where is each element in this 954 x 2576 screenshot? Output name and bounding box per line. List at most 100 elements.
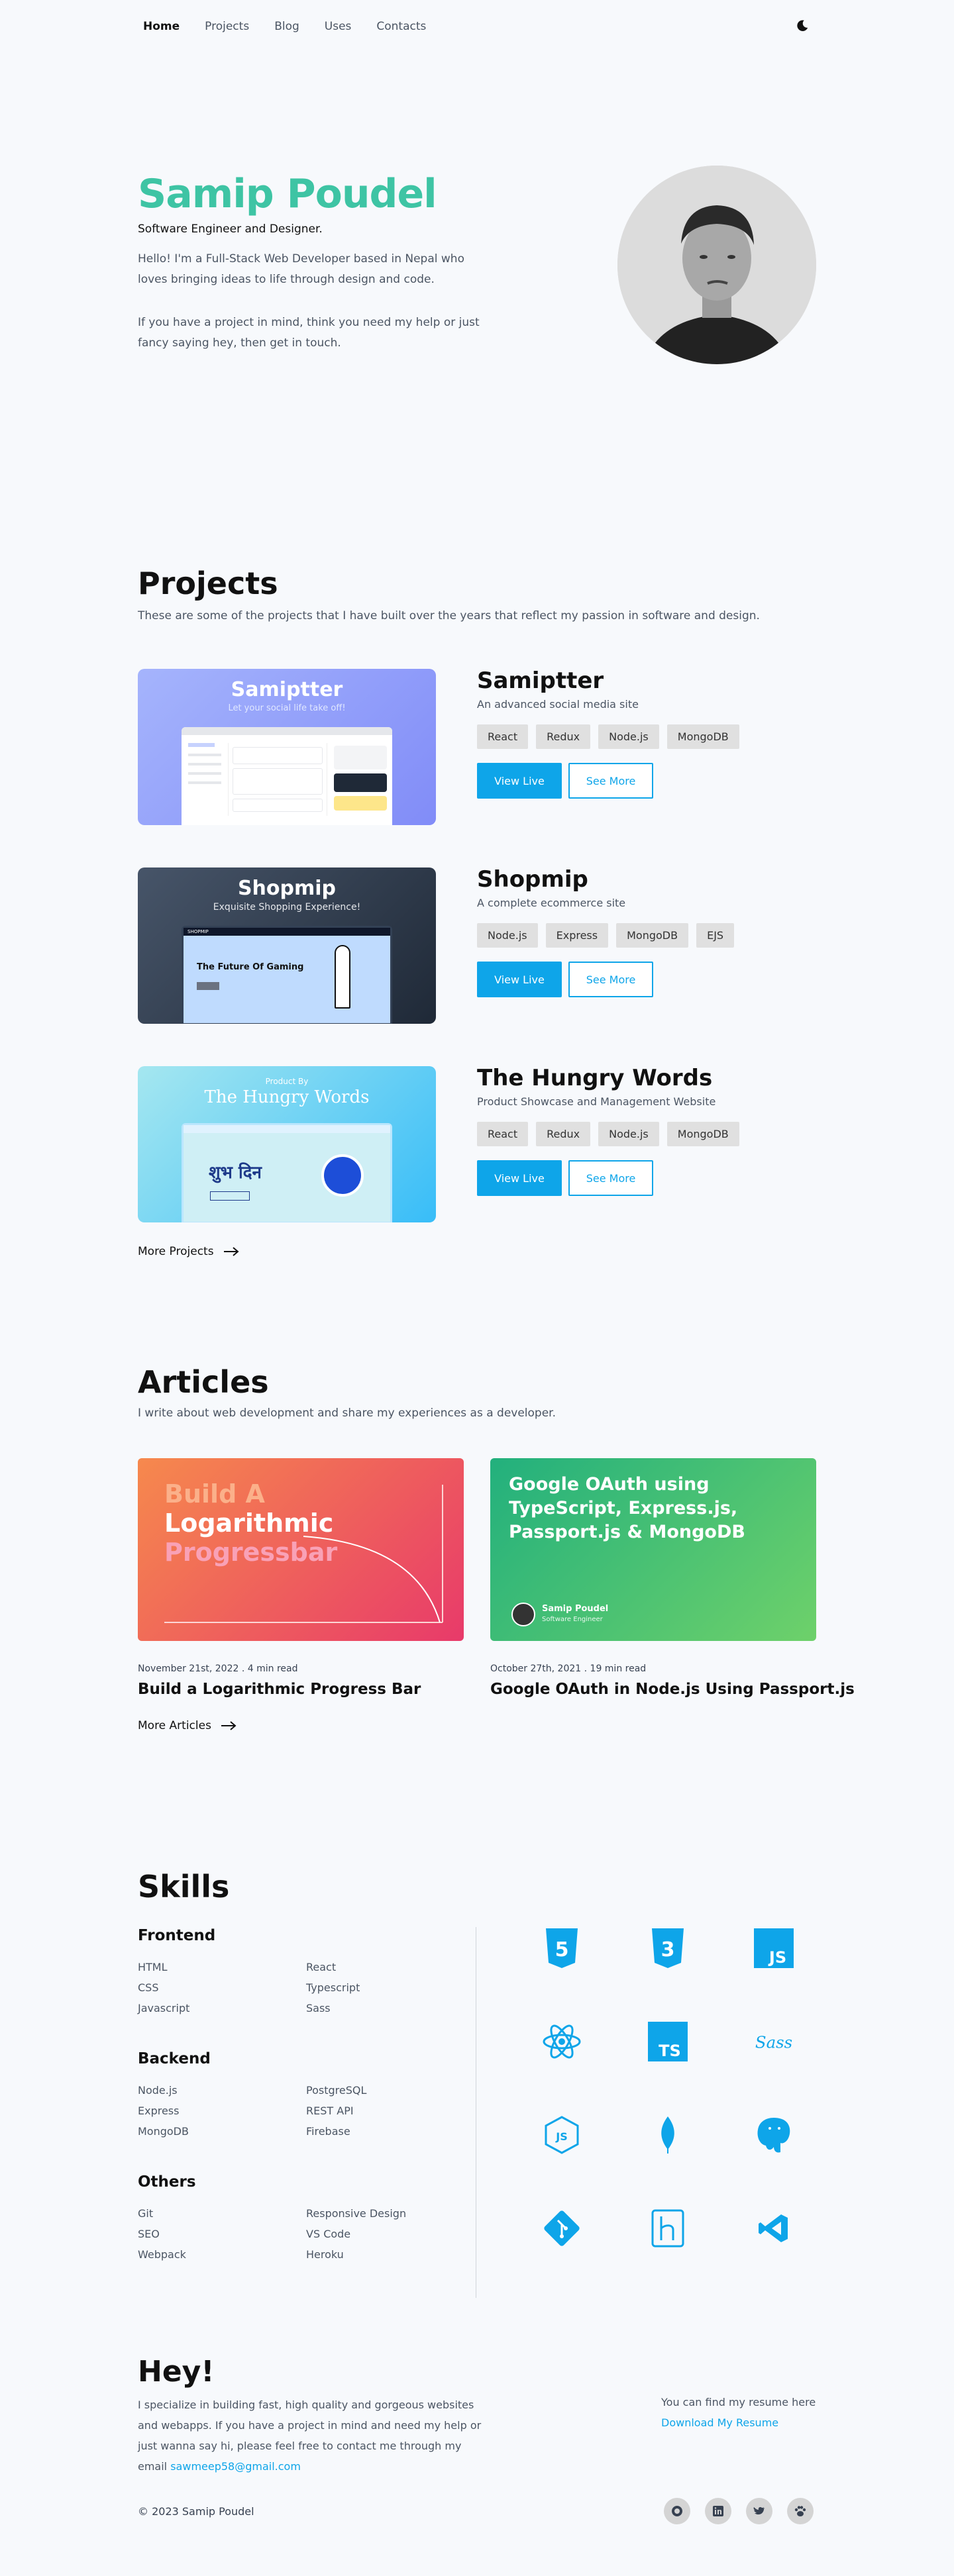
projects-title: Projects [138, 566, 278, 601]
footer-text: I specialize in building fast, high qual… [138, 2395, 482, 2477]
skill-item: HTML [138, 1961, 168, 1973]
screenshot-brand: SHOPMIP [184, 928, 390, 936]
mongodb-icon [648, 2115, 688, 2155]
article-title[interactable]: Google OAuth in Node.js Using Passport.j… [490, 1681, 855, 1698]
svg-text:3: 3 [661, 1938, 675, 1961]
tag: MongoDB [666, 724, 739, 749]
skill-item: SEO [138, 2228, 160, 2240]
project-actions: View Live See More [477, 763, 653, 799]
nav-contacts[interactable]: Contacts [376, 20, 426, 33]
site-screenshot: SHOPMIP The Future Of Gaming [182, 926, 392, 1024]
hero-intro: Hello! I'm a Full-Stack Web Developer ba… [138, 252, 464, 286]
project-tags: React Redux Node.js MongoDB [477, 1122, 739, 1146]
project-tags: Node.js Express MongoDB EJS [477, 923, 735, 948]
skill-group-frontend: Frontend [138, 1927, 216, 1944]
article-image-oauth[interactable]: Google OAuth using TypeScript, Express.j… [490, 1458, 816, 1641]
skill-group-others: Others [138, 2173, 196, 2191]
top-nav: Home Projects Blog Uses Contacts [143, 20, 426, 33]
twitter-icon[interactable] [746, 2498, 772, 2524]
project-desc: A complete ecommerce site [477, 897, 626, 909]
article-title[interactable]: Build a Logarithmic Progress Bar [138, 1681, 421, 1698]
skill-item: MongoDB [138, 2125, 189, 2138]
nav-blog[interactable]: Blog [274, 20, 299, 33]
screenshot-heading: शुभ दिन [209, 1163, 262, 1183]
skill-item: REST API [306, 2105, 354, 2117]
project-desc: An advanced social media site [477, 698, 639, 711]
project-actions: View Live See More [477, 1160, 653, 1196]
more-projects-label: More Projects [138, 1245, 214, 1258]
more-articles-link[interactable]: More Articles [138, 1719, 237, 1732]
svg-text:5: 5 [555, 1938, 569, 1961]
skill-item: Webpack [138, 2248, 186, 2261]
javascript-icon: JS [754, 1928, 794, 1968]
skill-item: React [306, 1961, 337, 1973]
git-icon [542, 2208, 582, 2248]
arrow-right-icon [223, 1247, 239, 1256]
nav-home[interactable]: Home [143, 20, 180, 33]
react-icon [542, 2022, 582, 2061]
skill-item: VS Code [306, 2228, 351, 2240]
view-live-button[interactable]: View Live [477, 763, 562, 799]
github-icon[interactable] [664, 2498, 690, 2524]
moon-icon[interactable] [795, 19, 810, 33]
skill-item: Git [138, 2207, 154, 2220]
paw-icon[interactable] [787, 2498, 814, 2524]
tag: Express [545, 923, 609, 948]
view-live-button[interactable]: View Live [477, 1160, 562, 1196]
download-resume-link[interactable]: Download My Resume [661, 2416, 778, 2429]
resume-label: You can find my resume here [661, 2396, 816, 2408]
article-image-logarithmic[interactable]: Build A Logarithmic Progressbar [138, 1458, 464, 1641]
screenshot-heading: The Future Of Gaming [197, 962, 304, 972]
hero-name: Samip Poudel [138, 171, 437, 217]
tag: MongoDB [616, 923, 689, 948]
project-image-hungry-words[interactable]: Product By The Hungry Words शुभ दिन [138, 1066, 436, 1222]
banner-subtitle: Let your social life take off! [228, 703, 346, 713]
project-image-samiptter[interactable]: Samiptter Let your social life take off! [138, 669, 436, 825]
tag: Node.js [598, 724, 659, 749]
see-more-button[interactable]: See More [568, 763, 653, 799]
project-tags: React Redux Node.js MongoDB [477, 724, 739, 749]
linkedin-icon[interactable] [705, 2498, 731, 2524]
project-desc: Product Showcase and Management Website [477, 1095, 716, 1108]
heroku-icon [648, 2208, 688, 2248]
author-role: Software Engineer [542, 1616, 603, 1623]
articles-title: Articles [138, 1364, 269, 1400]
skill-item: PostgreSQL [306, 2084, 367, 2097]
articles-subtitle: I write about web development and share … [138, 1407, 556, 1420]
image-line: Passport.js & MongoDB [509, 1522, 745, 1542]
sass-icon: Sass [754, 2022, 794, 2061]
svg-text:TS: TS [659, 2042, 681, 2060]
author-name: Samip Poudel [542, 1604, 609, 1614]
more-projects-link[interactable]: More Projects [138, 1245, 239, 1258]
tag: Redux [536, 724, 591, 749]
tag: Redux [536, 1122, 591, 1146]
projects-subtitle: These are some of the projects that I ha… [138, 609, 760, 622]
hero-contact-note: If you have a project in mind, think you… [138, 316, 480, 350]
tag: React [477, 724, 529, 749]
see-more-button[interactable]: See More [568, 1160, 653, 1196]
nav-projects[interactable]: Projects [205, 20, 249, 33]
skill-item: Node.js [138, 2084, 178, 2097]
project-actions: View Live See More [477, 962, 653, 997]
view-live-button[interactable]: View Live [477, 962, 562, 997]
banner-pre: Product By [265, 1077, 309, 1086]
skill-item: Express [138, 2105, 180, 2117]
nodejs-icon: JS [542, 2115, 582, 2155]
skill-item: Responsive Design [306, 2207, 407, 2220]
nav-uses[interactable]: Uses [325, 20, 352, 33]
see-more-button[interactable]: See More [568, 962, 653, 997]
tag: Node.js [598, 1122, 659, 1146]
skill-item: Heroku [306, 2248, 344, 2261]
banner-subtitle: Exquisite Shopping Experience! [213, 902, 361, 913]
svg-text:JS: JS [555, 2130, 567, 2143]
svg-text:Sass: Sass [755, 2032, 792, 2052]
vscode-icon [754, 2208, 794, 2248]
hero-role: Software Engineer and Designer. [138, 223, 323, 236]
project-image-shopmip[interactable]: Shopmip Exquisite Shopping Experience! S… [138, 867, 436, 1024]
skill-group-backend: Backend [138, 2050, 211, 2067]
tag: Node.js [477, 923, 538, 948]
email-link[interactable]: sawmeep58@gmail.com [170, 2460, 301, 2473]
css3-icon: 3 [648, 1928, 688, 1968]
log-curve-graphic [164, 1485, 443, 1623]
skills-title: Skills [138, 1869, 230, 1905]
